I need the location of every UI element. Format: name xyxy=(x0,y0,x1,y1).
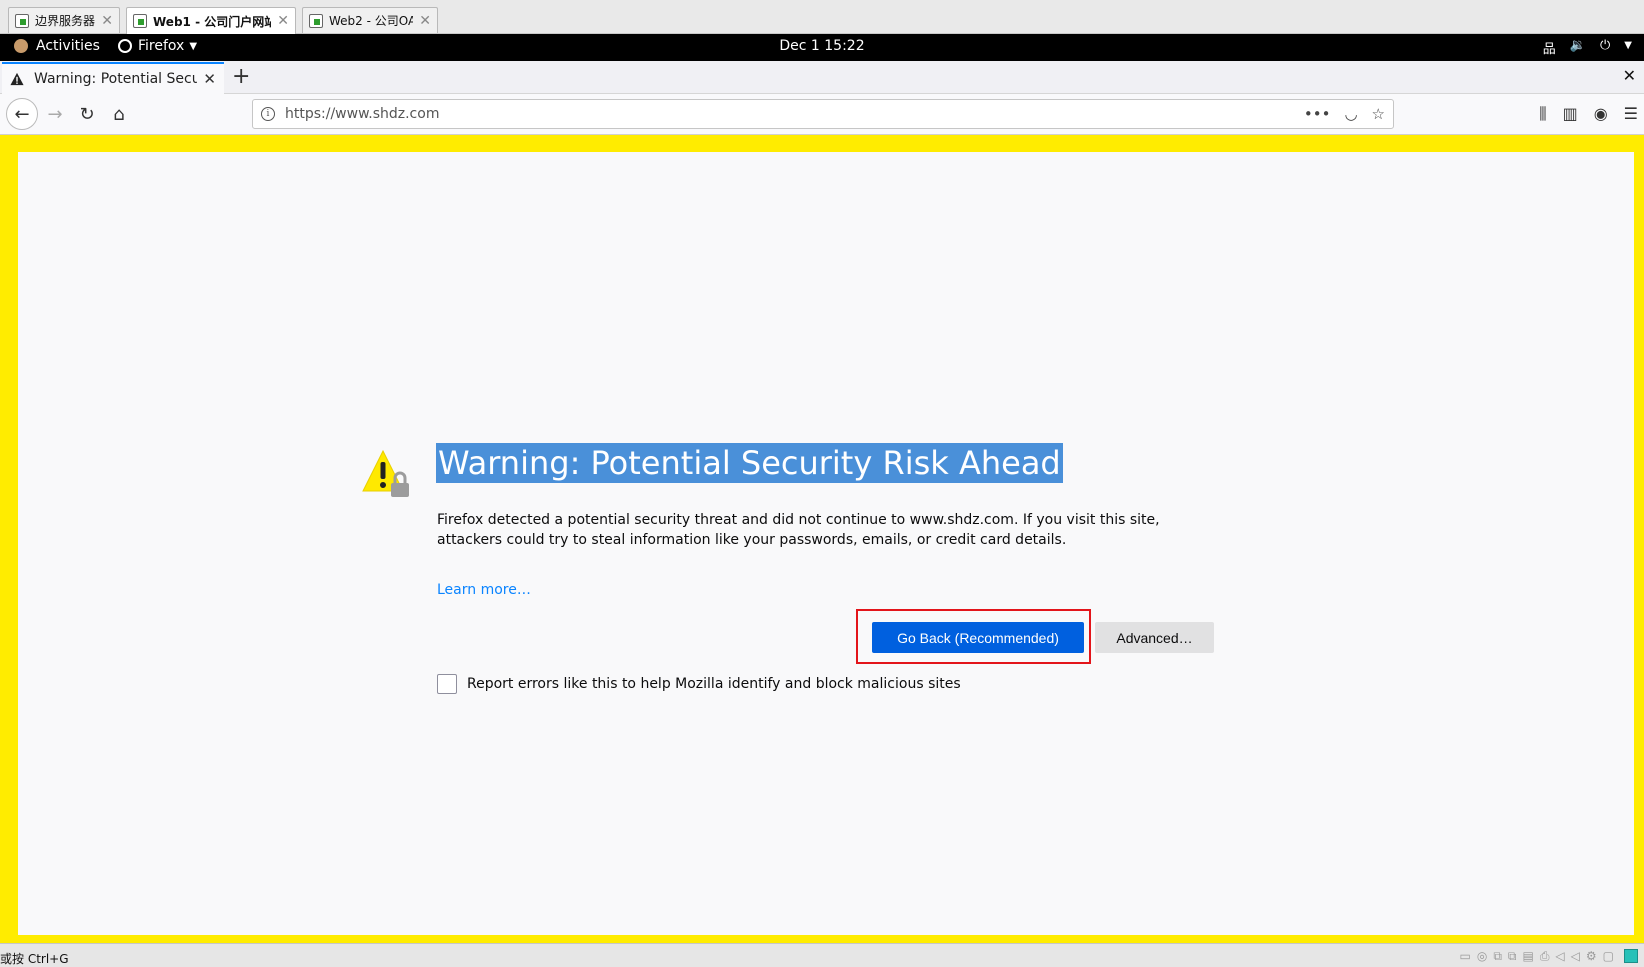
advanced-button[interactable]: Advanced… xyxy=(1095,622,1214,653)
sound-icon[interactable]: ◁ xyxy=(1571,949,1580,964)
vm-status-bar: 或按 Ctrl+G ▭ ◎ ⧉ ⧉ ▤ ⎙ ◁ ◁ ⚙ ▢ xyxy=(0,943,1644,967)
report-errors-checkbox[interactable] xyxy=(437,674,457,694)
chevron-down-icon: ▼ xyxy=(1624,40,1632,51)
page-actions-icon[interactable]: ••• xyxy=(1304,105,1331,123)
network-adapter-icon[interactable]: ⧉ xyxy=(1493,949,1502,964)
vm-tab-web1[interactable]: Web1 - 公司门户网站 ✕ xyxy=(126,7,296,34)
vm-tab-label: 边界服务器 xyxy=(35,14,96,28)
warning-icon xyxy=(10,72,24,86)
menu-icon[interactable]: ☰ xyxy=(1624,104,1638,124)
forward-button[interactable]: → xyxy=(40,99,70,129)
device-icons: ▭ ◎ ⧉ ⧉ ▤ ⎙ ◁ ◁ ⚙ ▢ xyxy=(1459,949,1614,964)
browser-tab-active[interactable]: Warning: Potential Security Risk Ahead ✕ xyxy=(2,62,224,94)
url-bar[interactable]: i https://www.shdz.com ••• ◡ ☆ xyxy=(252,99,1394,129)
cd-icon[interactable]: ◎ xyxy=(1477,949,1487,964)
disk-icon[interactable]: ▭ xyxy=(1459,949,1470,964)
new-tab-button[interactable]: + xyxy=(232,64,250,89)
clock[interactable]: Dec 1 15:22 xyxy=(0,38,1644,54)
pocket-icon[interactable]: ◡ xyxy=(1344,105,1357,123)
volume-icon: 🔉 xyxy=(1569,38,1586,53)
go-back-button[interactable]: Go Back (Recommended) xyxy=(872,622,1084,653)
display-icon[interactable]: ▢ xyxy=(1603,949,1614,964)
usb-icon[interactable]: ▤ xyxy=(1522,949,1533,964)
power-icon: ⏻ xyxy=(1600,38,1611,53)
browser-tab-bar: Warning: Potential Security Risk Ahead ✕… xyxy=(0,61,1644,94)
url-text[interactable]: https://www.shdz.com xyxy=(285,106,1304,122)
vm-tab-label: Web2 - 公司OA xyxy=(329,14,414,28)
sound-icon[interactable]: ◁ xyxy=(1555,949,1564,964)
page-title: Warning: Potential Security Risk Ahead xyxy=(436,443,1063,483)
error-description: Firefox detected a potential security th… xyxy=(437,512,1160,548)
status-hint: 或按 Ctrl+G xyxy=(0,952,69,966)
printer-icon[interactable]: ⎙ xyxy=(1540,949,1550,964)
window-close-icon[interactable]: ✕ xyxy=(1623,66,1636,85)
close-icon[interactable]: ✕ xyxy=(101,13,113,29)
vm-icon xyxy=(133,14,147,28)
page-frame-highlight: Warning: Potential Security Risk Ahead F… xyxy=(0,135,1644,943)
system-status-area[interactable]: 品 🔉 ⏻ ▼ xyxy=(1543,38,1632,57)
vm-icon xyxy=(309,13,323,28)
info-icon[interactable]: i xyxy=(261,107,275,121)
reload-button[interactable]: ↻ xyxy=(72,99,102,129)
sidebar-icon[interactable]: ▥ xyxy=(1563,104,1578,124)
vm-indicator-icon[interactable] xyxy=(1624,949,1638,963)
close-icon[interactable]: ✕ xyxy=(203,70,216,88)
learn-more-link[interactable]: Learn more… xyxy=(437,582,531,598)
vm-tab-web2[interactable]: Web2 - 公司OA ✕ xyxy=(302,7,438,33)
vm-tab-strip: 边界服务器 ✕ Web1 - 公司门户网站 ✕ Web2 - 公司OA ✕ xyxy=(0,0,1644,34)
vm-icon xyxy=(15,13,29,28)
warning-lock-icon xyxy=(362,449,409,497)
network-icon: 品 xyxy=(1542,42,1556,57)
report-errors-label: Report errors like this to help Mozilla … xyxy=(467,676,961,692)
vm-tab-label: Web1 - 公司门户网站 xyxy=(153,14,272,29)
navigation-toolbar: ← → ↻ ⌂ i https://www.shdz.com ••• ◡ ☆ ⫼… xyxy=(0,94,1644,135)
close-icon[interactable]: ✕ xyxy=(277,13,289,29)
home-button[interactable]: ⌂ xyxy=(104,99,134,129)
tab-title: Warning: Potential Security Risk Ahead xyxy=(34,71,198,87)
settings-icon[interactable]: ⚙ xyxy=(1586,949,1597,964)
library-icon[interactable]: ⫼ xyxy=(1539,104,1546,124)
back-button[interactable]: ← xyxy=(6,98,38,130)
account-icon[interactable]: ◉ xyxy=(1594,104,1608,124)
close-icon[interactable]: ✕ xyxy=(419,13,431,29)
vm-tab-border-server[interactable]: 边界服务器 ✕ xyxy=(8,7,120,33)
gnome-top-bar: Activities Firefox ▼ Dec 1 15:22 品 🔉 ⏻ ▼ xyxy=(0,34,1644,61)
report-errors-row[interactable]: Report errors like this to help Mozilla … xyxy=(437,674,961,694)
bookmark-star-icon[interactable]: ☆ xyxy=(1372,105,1385,123)
error-page: Warning: Potential Security Risk Ahead F… xyxy=(18,152,1634,935)
network-adapter-icon[interactable]: ⧉ xyxy=(1508,949,1517,964)
